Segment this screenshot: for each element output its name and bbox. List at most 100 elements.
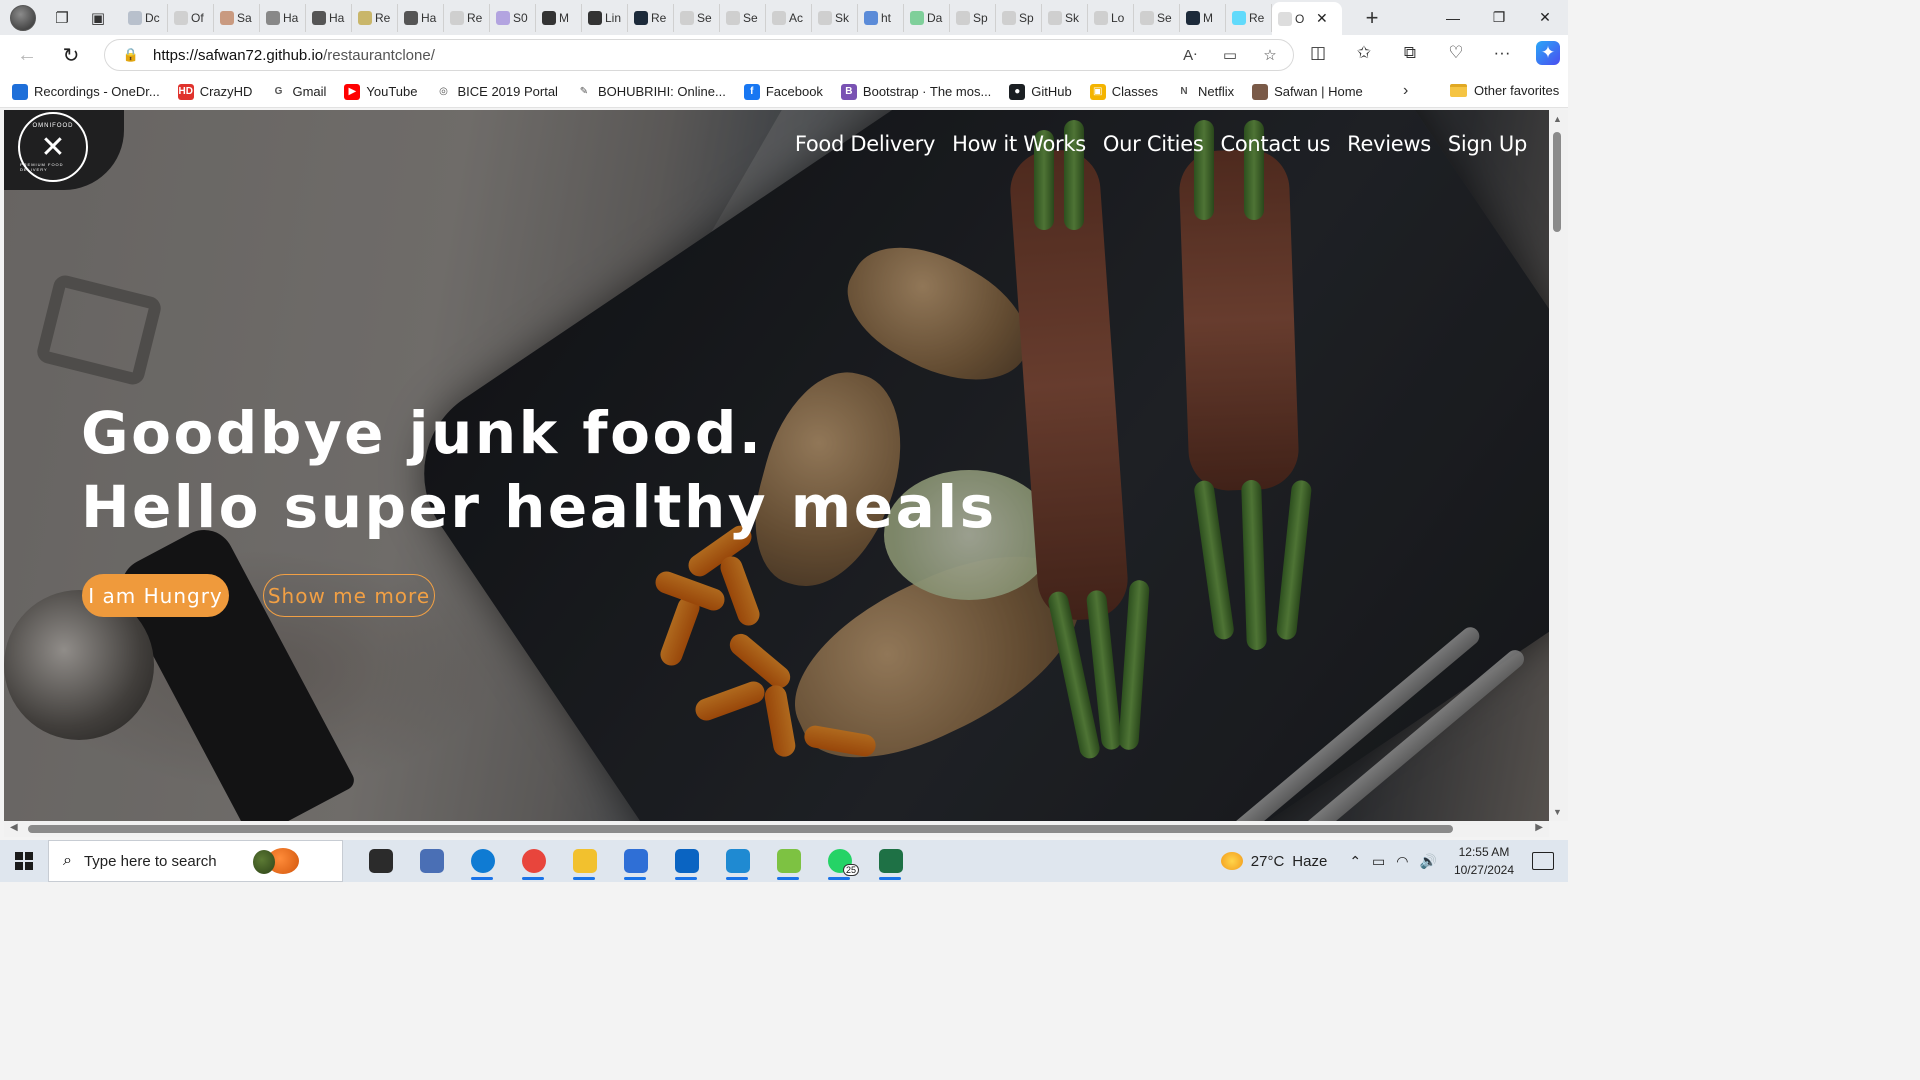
- new-tab-button[interactable]: +: [1360, 5, 1384, 31]
- nav-contact-us[interactable]: Contact us: [1220, 132, 1330, 156]
- browser-tab[interactable]: Ha: [306, 3, 352, 32]
- favorite-star-icon[interactable]: ☆: [1259, 44, 1281, 66]
- browser-tab[interactable]: Lin: [582, 3, 628, 32]
- browser-tab[interactable]: Sp: [950, 3, 996, 32]
- browser-tab[interactable]: Re: [1226, 3, 1272, 32]
- url-text[interactable]: https://safwan72.github.io/restaurantclo…: [153, 47, 435, 64]
- volume-icon[interactable]: 🔊: [1420, 853, 1437, 870]
- bookmark-item[interactable]: HD CrazyHD: [177, 83, 252, 100]
- taskbar-app-excel[interactable]: [865, 840, 916, 882]
- search-highlight-pumpkin-icon[interactable]: [252, 848, 299, 874]
- browser-tab[interactable]: ht: [858, 3, 904, 32]
- browser-tab[interactable]: Sa: [214, 3, 260, 32]
- browser-tab[interactable]: Re: [628, 3, 674, 32]
- minimize-button[interactable]: —: [1430, 0, 1476, 35]
- browser-tab[interactable]: Re: [352, 3, 398, 32]
- browser-tab[interactable]: Lo: [1088, 3, 1134, 32]
- browser-tab[interactable]: Ha: [398, 3, 444, 32]
- clock[interactable]: 12:55 AM 10/27/2024: [1454, 843, 1514, 879]
- tab-actions-icon[interactable]: ▣: [88, 8, 108, 28]
- close-tab-icon[interactable]: ✕: [1316, 10, 1328, 27]
- show-me-more-button[interactable]: Show me more: [263, 574, 435, 617]
- notification-center-icon[interactable]: [1532, 852, 1554, 870]
- taskbar-app-outlook[interactable]: [661, 840, 712, 882]
- horizontal-scrollbar[interactable]: ◀ ▶: [4, 821, 1549, 837]
- show-hidden-icons-chevron-icon[interactable]: ⌃: [1349, 853, 1361, 870]
- battery-icon[interactable]: ▭: [1372, 853, 1385, 870]
- bookmarks-overflow-chevron-icon[interactable]: ›: [1403, 82, 1408, 100]
- vertical-scrollbar[interactable]: ▲ ▼: [1549, 110, 1568, 821]
- bookmark-item[interactable]: ● GitHub: [1009, 83, 1072, 100]
- browser-tab[interactable]: Sk: [812, 3, 858, 32]
- vertical-scroll-thumb[interactable]: [1553, 132, 1561, 232]
- browser-tab[interactable]: Dc: [122, 3, 168, 32]
- copilot-icon[interactable]: ✦: [1536, 41, 1560, 65]
- refresh-button[interactable]: ↻: [54, 39, 88, 73]
- lock-icon[interactable]: 🔒: [123, 47, 139, 63]
- horizontal-scroll-thumb[interactable]: [28, 825, 1453, 833]
- nav-sign-up[interactable]: Sign Up: [1448, 132, 1527, 156]
- taskbar-app-edge[interactable]: [457, 840, 508, 882]
- profile-avatar[interactable]: [10, 4, 36, 31]
- scroll-down-arrow-icon[interactable]: ▼: [1553, 807, 1562, 817]
- address-bar[interactable]: 🔒 https://safwan72.github.io/restaurantc…: [104, 39, 1294, 71]
- browser-tab[interactable]: Sp: [996, 3, 1042, 32]
- scroll-right-arrow-icon[interactable]: ▶: [1535, 822, 1543, 833]
- nav-how-it-works[interactable]: How it Works: [952, 132, 1086, 156]
- split-screen-icon[interactable]: ◫: [1306, 41, 1330, 65]
- close-window-button[interactable]: ✕: [1522, 0, 1568, 35]
- browser-tab[interactable]: Se: [720, 3, 766, 32]
- browser-tab[interactable]: S0: [490, 3, 536, 32]
- taskbar-app-task-view[interactable]: [355, 840, 406, 882]
- more-menu-icon[interactable]: ···: [1490, 41, 1514, 65]
- bookmark-item[interactable]: Safwan | Home: [1252, 83, 1363, 100]
- bookmark-item[interactable]: G Gmail: [270, 83, 326, 100]
- browser-tab[interactable]: Re: [444, 3, 490, 32]
- bookmark-item[interactable]: ◎ BICE 2019 Portal: [435, 83, 558, 100]
- immersive-reader-icon[interactable]: ▭: [1219, 44, 1241, 66]
- wifi-icon[interactable]: ◠: [1396, 853, 1408, 870]
- collections-icon[interactable]: ⧉: [1398, 41, 1422, 65]
- scroll-left-arrow-icon[interactable]: ◀: [10, 822, 18, 833]
- other-favorites-folder[interactable]: Other favorites: [1450, 83, 1559, 98]
- taskbar-app-file-explorer[interactable]: [559, 840, 610, 882]
- browser-tab[interactable]: Se: [1134, 3, 1180, 32]
- weather-widget[interactable]: 27°C Haze: [1220, 852, 1327, 870]
- browser-tab[interactable]: Se: [674, 3, 720, 32]
- i-am-hungry-button[interactable]: I am Hungry: [82, 574, 229, 617]
- browser-tab[interactable]: Ac: [766, 3, 812, 32]
- bookmark-item[interactable]: Recordings - OneDr...: [12, 83, 160, 100]
- taskbar-app-chrome[interactable]: [508, 840, 559, 882]
- nav-reviews[interactable]: Reviews: [1347, 132, 1431, 156]
- taskbar-app-people[interactable]: [406, 840, 457, 882]
- bookmark-item[interactable]: f Facebook: [743, 83, 823, 100]
- taskbar-search-box[interactable]: ⌕ Type here to search: [48, 840, 343, 882]
- browser-tab[interactable]: Sk: [1042, 3, 1088, 32]
- bookmark-item[interactable]: ▣ Classes: [1089, 83, 1158, 100]
- taskbar-app-vscode[interactable]: [712, 840, 763, 882]
- active-browser-tab[interactable]: O ✕: [1272, 2, 1342, 35]
- bookmark-item[interactable]: B Bootstrap · The mos...: [840, 83, 991, 100]
- restore-button[interactable]: ❐: [1476, 0, 1522, 35]
- taskbar-app-store[interactable]: [610, 840, 661, 882]
- browser-essentials-icon[interactable]: ♡: [1444, 41, 1468, 65]
- site-logo[interactable]: ✕ OMNIFOOD PREMIUM FOOD DELIVERY: [18, 112, 88, 182]
- scroll-up-arrow-icon[interactable]: ▲: [1553, 114, 1562, 124]
- browser-tab[interactable]: Of: [168, 3, 214, 32]
- back-button[interactable]: ←: [10, 39, 44, 73]
- taskbar-app-snip[interactable]: [763, 840, 814, 882]
- browser-tab[interactable]: M: [536, 3, 582, 32]
- bookmark-item[interactable]: ✎ BOHUBRIHI: Online...: [575, 83, 726, 100]
- nav-food-delivery[interactable]: Food Delivery: [795, 132, 936, 156]
- browser-tab[interactable]: M: [1180, 3, 1226, 32]
- workspaces-icon[interactable]: ❐: [52, 8, 72, 28]
- start-button[interactable]: [0, 840, 48, 882]
- bookmark-item[interactable]: N Netflix: [1176, 83, 1234, 100]
- bookmark-item[interactable]: ▶ YouTube: [344, 83, 418, 100]
- browser-tab[interactable]: Ha: [260, 3, 306, 32]
- browser-tab[interactable]: Da: [904, 3, 950, 32]
- nav-our-cities[interactable]: Our Cities: [1103, 132, 1204, 156]
- favorites-icon[interactable]: ✩: [1352, 41, 1376, 65]
- read-aloud-icon[interactable]: Aᐧ: [1179, 44, 1201, 66]
- taskbar-app-whatsapp[interactable]: 25: [814, 840, 865, 882]
